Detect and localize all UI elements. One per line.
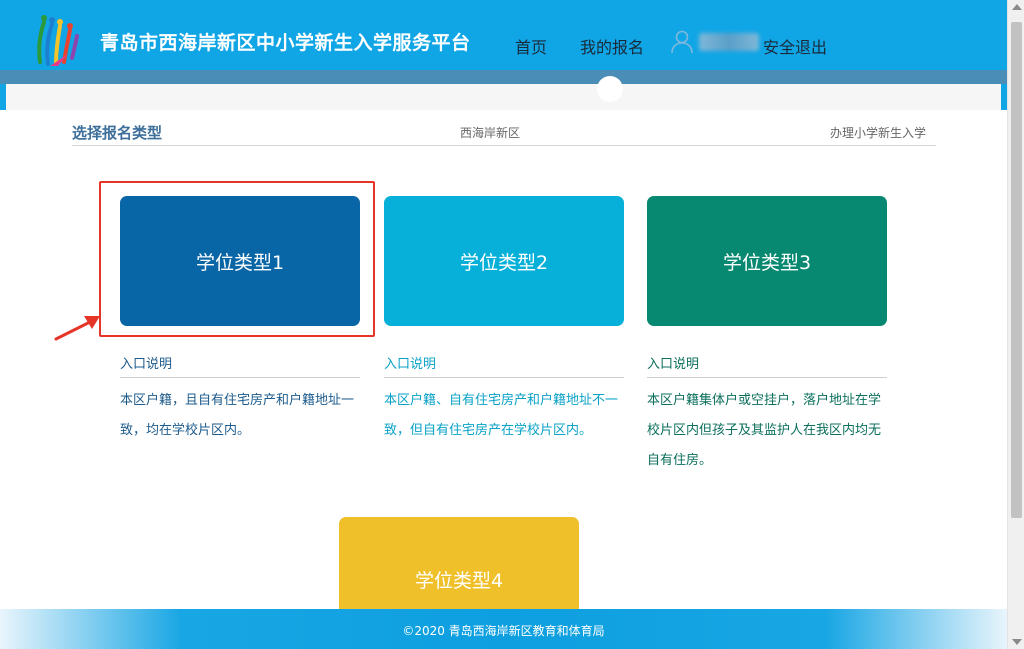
entry-note-title: 入口说明: [120, 353, 360, 378]
username-redacted: [699, 33, 759, 51]
card-2-description: 入口说明 本区户籍、自有住宅房产和户籍地址不一致，但自有住宅房产在学校片区内。: [384, 353, 624, 446]
site-title: 青岛市西海岸新区中小学新生入学服务平台: [100, 32, 471, 54]
nav-home[interactable]: 首页: [515, 34, 547, 58]
entry-note-text: 本区户籍集体户或空挂户，落户地址在学校片区内但孩子及其监护人在我区内均无自有住房…: [647, 393, 882, 468]
section-title: 选择报名类型: [72, 124, 163, 142]
entry-note-title: 入口说明: [647, 353, 887, 378]
pointer-arrow-icon: [54, 316, 100, 341]
site-logo-icon: [37, 15, 79, 66]
entry-note-text: 本区户籍，且自有住宅房产和户籍地址一致，均在学校片区内。: [120, 393, 355, 438]
footer-copyright: ©2020 青岛西海岸新区教育和体育局: [402, 624, 605, 638]
nav-active-indicator: [597, 76, 623, 102]
footer-bar: ©2020 青岛西海岸新区教育和体育局: [0, 609, 1007, 649]
main-nav: 首页 我的报名: [515, 34, 677, 58]
scroll-thumb[interactable]: [1011, 22, 1022, 518]
section-district: 西海岸新区: [460, 126, 521, 140]
card-1-description: 入口说明 本区户籍，且自有住宅房产和户籍地址一致，均在学校片区内。: [120, 353, 360, 446]
user-info[interactable]: [671, 30, 759, 54]
card-degree-type-3[interactable]: 学位类型3: [647, 196, 887, 326]
card-degree-type-2[interactable]: 学位类型2: [384, 196, 624, 326]
entry-note-text: 本区户籍、自有住宅房产和户籍地址不一致，但自有住宅房产在学校片区内。: [384, 393, 619, 438]
entry-note-title: 入口说明: [384, 353, 624, 378]
scroll-down-icon[interactable]: [1012, 639, 1022, 645]
card-degree-type-1[interactable]: 学位类型1: [120, 196, 360, 326]
card-3-description: 入口说明 本区户籍集体户或空挂户，落户地址在学校片区内但孩子及其监护人在我区内均…: [647, 353, 887, 476]
user-icon: [671, 30, 693, 54]
scroll-up-icon[interactable]: [1012, 4, 1022, 10]
page-scrollbar[interactable]: [1007, 0, 1024, 649]
section-action: 办理小学新生入学: [829, 126, 926, 140]
nav-my-registration[interactable]: 我的报名: [580, 34, 644, 58]
content-top-edge: [0, 84, 1007, 110]
section-header: 选择报名类型 西海岸新区 办理小学新生入学: [72, 120, 936, 146]
header-subbar: [0, 70, 1007, 84]
logout-link[interactable]: 安全退出: [763, 34, 827, 58]
